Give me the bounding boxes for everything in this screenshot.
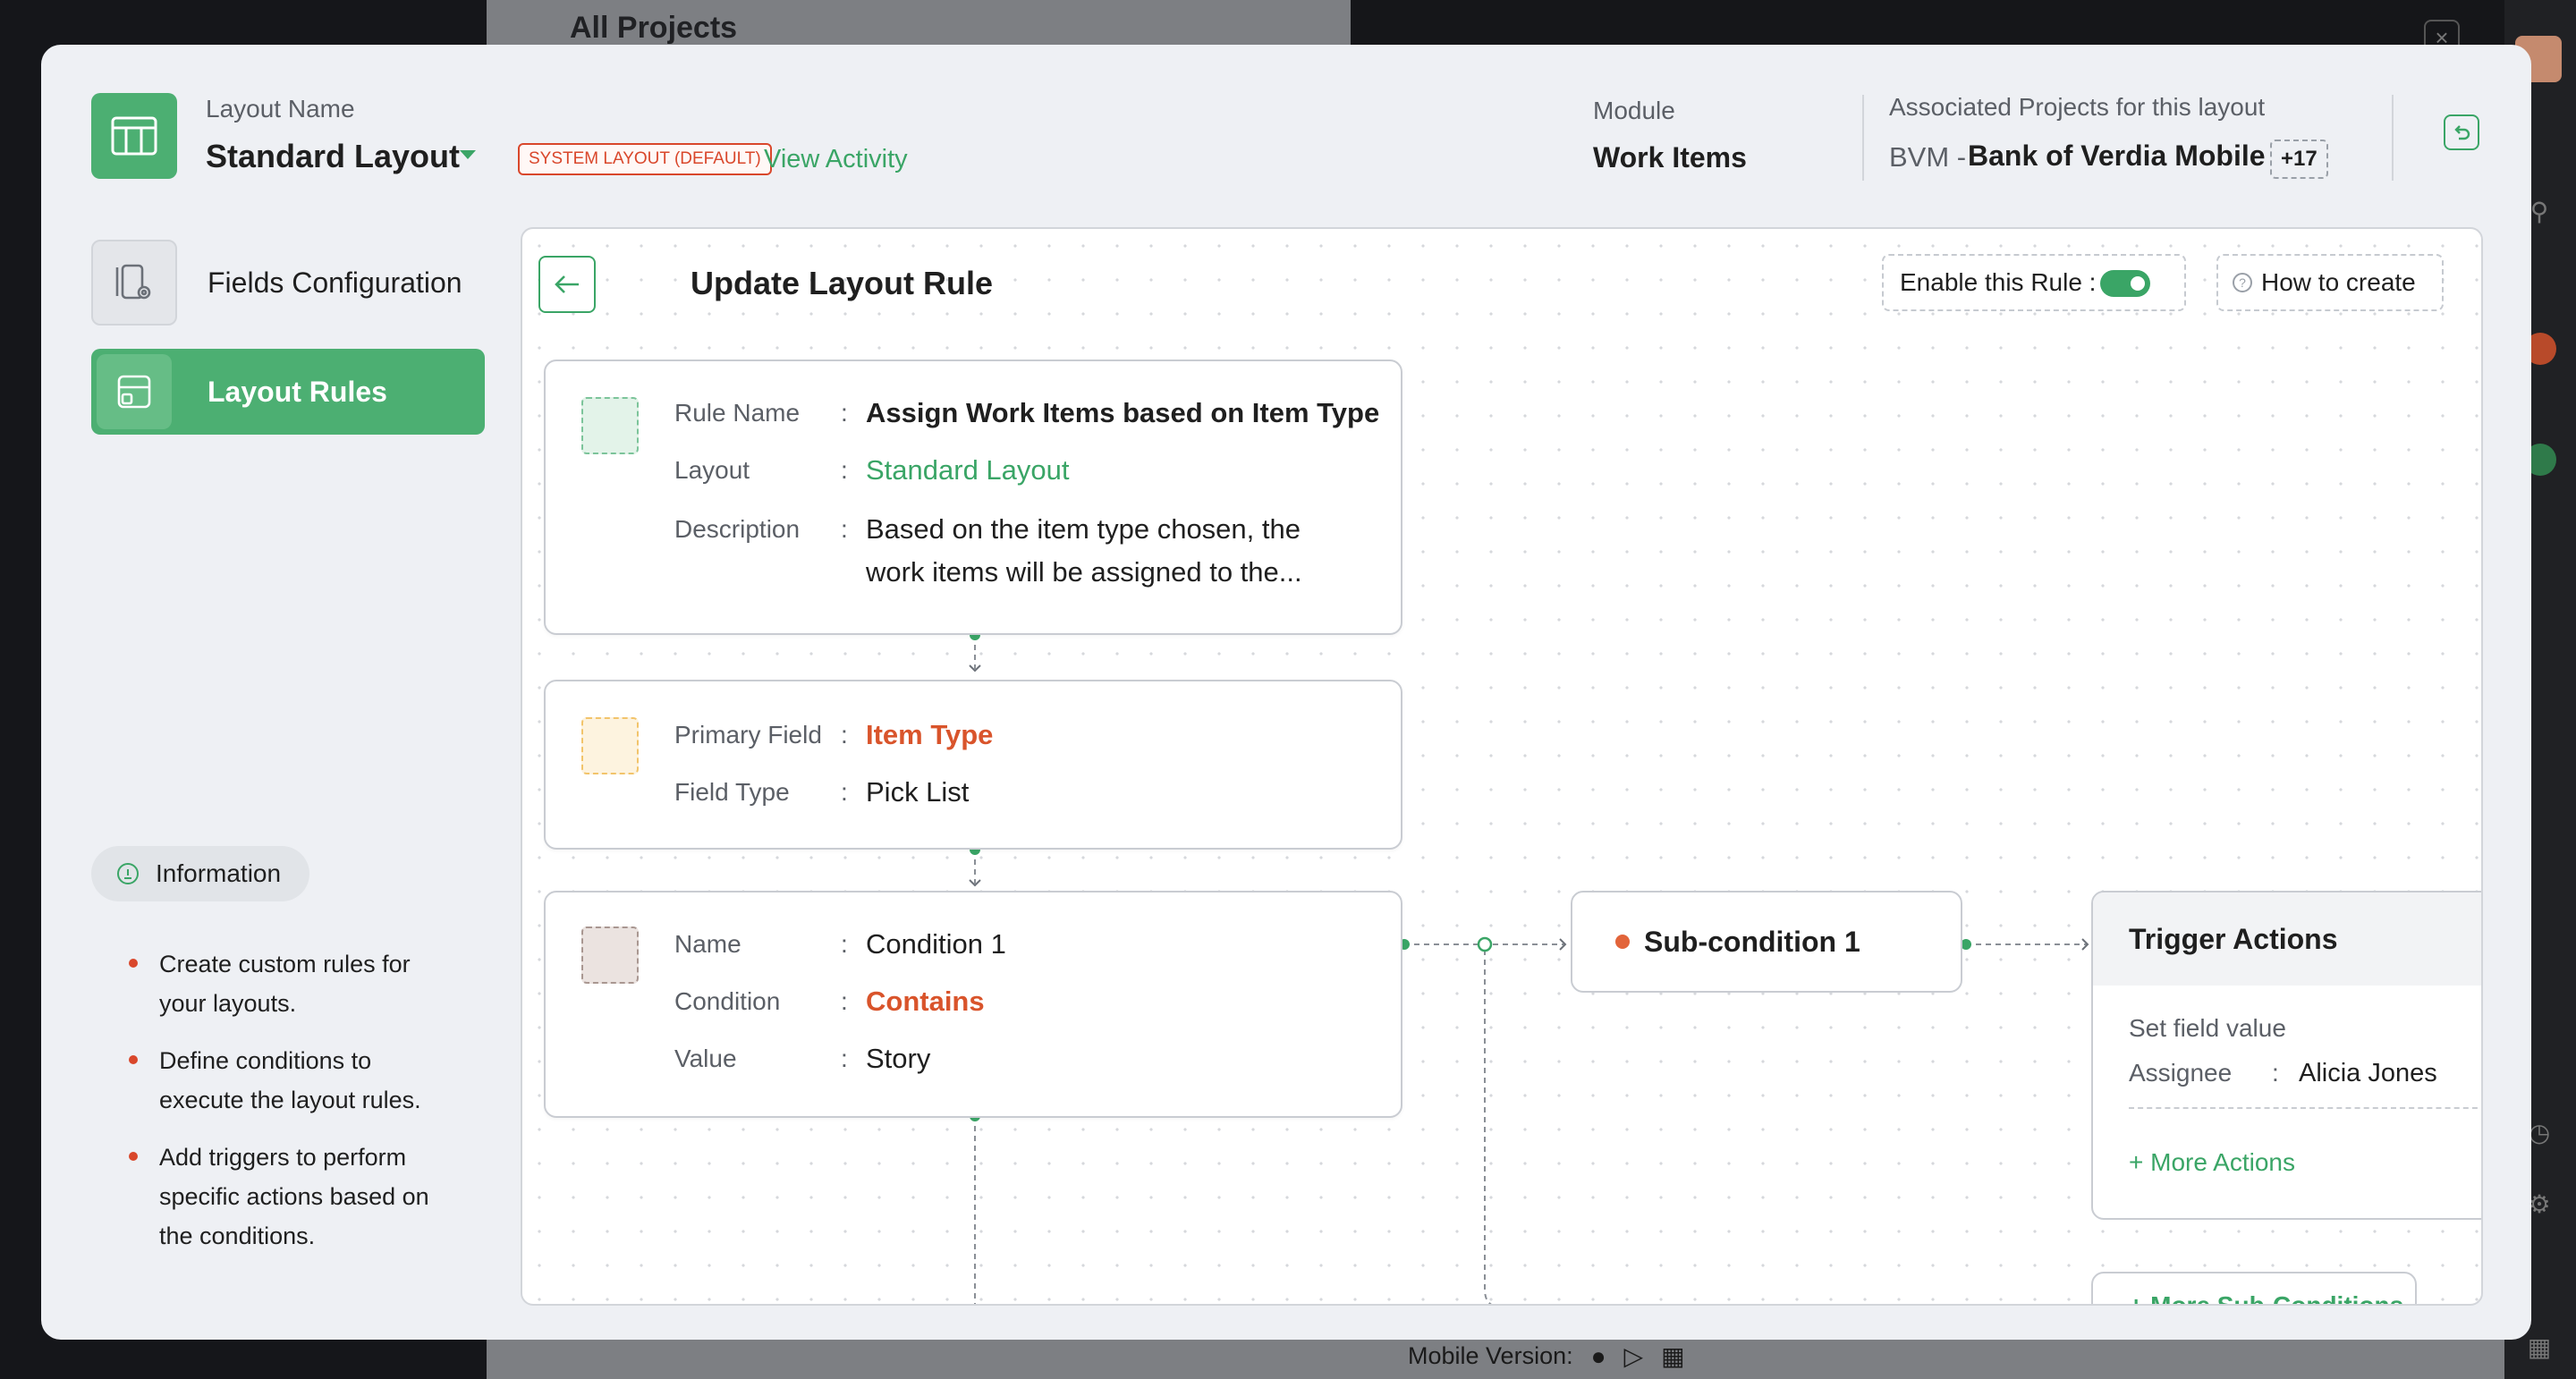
condition-value: Story xyxy=(866,1043,931,1074)
fields-config-icon xyxy=(91,240,177,326)
revert-icon[interactable] xyxy=(2444,114,2479,150)
separator: : xyxy=(841,456,848,484)
condition-value-row: Value : Story xyxy=(674,1037,930,1080)
play-store-icon[interactable]: ▷ xyxy=(1624,1341,1644,1371)
enable-rule-toggle[interactable] xyxy=(2100,270,2150,297)
condition-card[interactable]: Name : Condition 1 Condition : Contains … xyxy=(544,891,1402,1118)
apple-icon[interactable]: ● xyxy=(1591,1342,1606,1371)
info-icon xyxy=(117,863,139,884)
rule-editor-canvas: Update Layout Rule Enable this Rule : ? … xyxy=(521,227,2483,1306)
information-title: Information xyxy=(156,859,282,887)
sidebar-item-layout-rules[interactable]: Layout Rules xyxy=(91,349,485,435)
trigger-actions-title: Trigger Actions xyxy=(2093,893,2481,986)
information-list: Create custom rules for your layouts. De… xyxy=(129,944,451,1273)
sidebar-item-label: Fields Configuration xyxy=(208,266,462,299)
field-key: Field Type xyxy=(674,778,790,806)
information-pill: Information xyxy=(91,846,310,901)
layout-icon xyxy=(91,93,177,179)
rule-card-marker xyxy=(581,397,639,454)
module-label: Module xyxy=(1593,97,1675,124)
layout-name[interactable]: Standard Layout xyxy=(206,138,460,175)
field-key: Value xyxy=(674,1045,737,1072)
associated-projects-label: Associated Projects for this layout xyxy=(1889,93,2266,121)
separator: : xyxy=(841,1045,848,1072)
associated-project-code: BVM - xyxy=(1889,141,1967,173)
panel-title: Update Layout Rule xyxy=(691,265,994,301)
trigger-actions-subtitle: Set field value xyxy=(2129,1014,2286,1042)
background-projects-title: All Projects xyxy=(570,11,738,45)
more-sub-conditions-button[interactable]: + More Sub-Conditions xyxy=(2091,1272,2417,1304)
header-divider xyxy=(2392,95,2394,181)
field-card-marker xyxy=(581,717,639,774)
separator: : xyxy=(2272,1059,2279,1087)
mobile-version-bar: Mobile Version: ● ▷ ▦ xyxy=(1408,1341,1685,1371)
associated-project-name: Bank of Verdia Mobile xyxy=(1968,140,2266,172)
layout-link[interactable]: Standard Layout xyxy=(866,449,1070,492)
trigger-field-row: Assignee : Alicia Jones xyxy=(2129,1059,2437,1088)
field-key: Primary Field xyxy=(674,721,822,749)
rule-name-value: Assign Work Items based on Item Type xyxy=(866,397,1380,428)
field-type-row: Field Type : Pick List xyxy=(674,771,969,814)
module-value: Work Items xyxy=(1593,141,1747,173)
sub-condition-dot xyxy=(1615,935,1630,949)
field-key: Name xyxy=(674,930,741,958)
primary-field-value: Item Type xyxy=(866,719,994,750)
sidebar-item-fields-configuration[interactable]: Fields Configuration xyxy=(91,240,485,326)
qr-code-icon[interactable]: ▦ xyxy=(1661,1341,1684,1371)
separator: : xyxy=(841,987,848,1015)
more-actions-link[interactable]: + More Actions xyxy=(2129,1148,2295,1177)
field-key: Description xyxy=(674,515,801,543)
condition-operator-row: Condition : Contains xyxy=(674,980,985,1023)
description-line: work items will be assigned to the... xyxy=(866,556,1302,588)
field-type-value: Pick List xyxy=(866,776,970,808)
assignee-value: Alicia Jones xyxy=(2299,1059,2437,1087)
apps-grid-icon[interactable]: ▦ xyxy=(2524,1332,2555,1363)
description-row: Description : Based on the item type cho… xyxy=(674,508,1302,594)
rule-details-card[interactable]: Rule Name : Assign Work Items based on I… xyxy=(544,360,1402,635)
list-item: Define conditions to execute the layout … xyxy=(129,1041,451,1120)
condition-name-row: Name : Condition 1 xyxy=(674,923,1006,966)
condition-card-marker xyxy=(581,926,639,984)
enable-rule-control: Enable this Rule : xyxy=(1882,254,2186,311)
chevron-down-icon[interactable] xyxy=(460,150,476,159)
how-to-create-label: How to create xyxy=(2261,268,2416,296)
layout-rules-icon xyxy=(97,354,172,429)
more-projects-badge[interactable]: +17 xyxy=(2270,140,2328,179)
help-icon: ? xyxy=(2233,273,2252,292)
sidebar-item-label: Layout Rules xyxy=(208,375,387,408)
description-line: Based on the item type chosen, the xyxy=(866,513,1301,545)
sub-condition-card[interactable]: Sub-condition 1 xyxy=(1571,891,1962,993)
field-key: Layout xyxy=(674,456,750,484)
trigger-divider xyxy=(2129,1107,2481,1109)
list-item: Create custom rules for your layouts. xyxy=(129,944,451,1023)
separator: : xyxy=(841,778,848,806)
condition-operator-value: Contains xyxy=(866,986,985,1017)
sub-condition-label: Sub-condition 1 xyxy=(1644,925,1860,958)
primary-field-row: Primary Field : Item Type xyxy=(674,714,993,757)
header-divider xyxy=(1862,95,1864,181)
separator: : xyxy=(841,399,848,427)
layout-row: Layout : Standard Layout xyxy=(674,449,1070,492)
condition-name-value: Condition 1 xyxy=(866,928,1006,960)
description-value: Based on the item type chosen, the work … xyxy=(866,508,1302,594)
field-key: Assignee xyxy=(2129,1059,2233,1087)
primary-field-card[interactable]: Primary Field : Item Type Field Type : P… xyxy=(544,680,1402,850)
view-activity-link[interactable]: View Activity xyxy=(764,145,908,174)
separator: : xyxy=(841,515,848,543)
layout-settings-modal: Layout Name Standard Layout SYSTEM LAYOU… xyxy=(41,45,2531,1340)
separator: : xyxy=(841,930,848,958)
field-key: Rule Name xyxy=(674,399,801,427)
field-key: Condition xyxy=(674,987,781,1015)
separator: : xyxy=(841,721,848,749)
back-button[interactable] xyxy=(538,256,596,313)
system-layout-badge: SYSTEM LAYOUT (DEFAULT) xyxy=(518,143,772,175)
enable-rule-label: Enable this Rule : xyxy=(1900,268,2097,296)
mobile-version-label: Mobile Version: xyxy=(1408,1342,1573,1369)
trigger-actions-card[interactable]: Trigger Actions Set field value Assignee… xyxy=(2091,891,2481,1220)
layout-name-label: Layout Name xyxy=(206,95,355,123)
rule-name-row: Rule Name : Assign Work Items based on I… xyxy=(674,392,1379,435)
arrow-left-icon xyxy=(555,275,579,293)
how-to-create-button[interactable]: ? How to create xyxy=(2216,254,2444,311)
list-item: Add triggers to perform specific actions… xyxy=(129,1138,451,1256)
